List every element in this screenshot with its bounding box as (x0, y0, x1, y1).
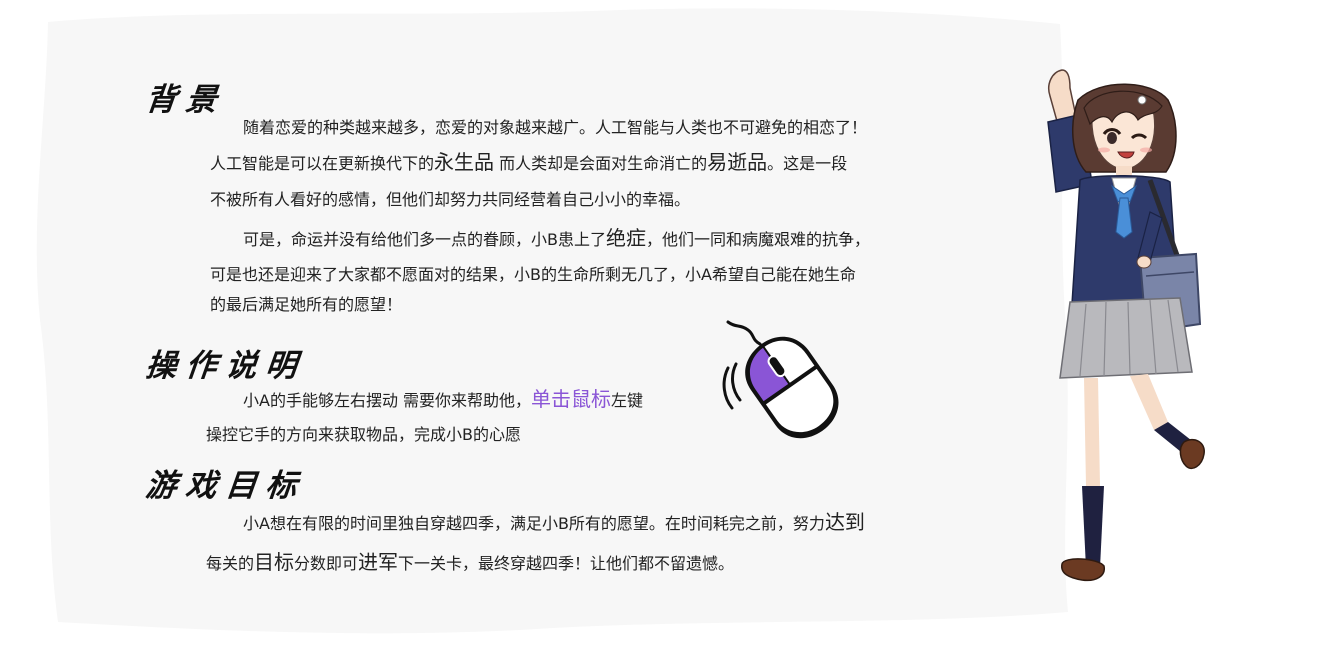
highlight-click-mouse: 单击鼠标 (531, 387, 612, 411)
highlight-terminal-illness: 绝症 (605, 226, 646, 250)
goal-line-1: 小A想在有限的时间里独自穿越四季，满足小B所有的愿望。在时间耗完之前，努力达到 (243, 506, 865, 535)
goal-line-2: 每关的目标分数即可进军下一关卡，最终穿越四季！让他们都不留遗憾。 (206, 546, 734, 575)
text-segment: 下一关卡，最终穿越四季！让他们都不留遗憾。 (398, 554, 735, 573)
highlight-target: 目标 (254, 550, 295, 574)
controls-line-2: 操控它手的方向来获取物品，完成小B的心愿 (206, 425, 521, 444)
background-heading: 背景 (143, 82, 228, 118)
text-segment: 左键 (611, 391, 644, 410)
background-paragraph-1-line-3: 不被所有人看好的感情，但他们却努力共同经营着自己小小的幸福。 (210, 190, 691, 209)
background-paragraph-2-line-2: 可是也还是迎来了大家都不愿面对的结果，小B的生命所剩无几了，小A希望自己能在她生… (210, 265, 856, 284)
instructions-screen: 背景 随着恋爱的种类越来越多，恋爱的对象越来越广。人工智能与人类也不可避免的相恋… (0, 0, 1331, 664)
schoolgirl-character (1047, 69, 1205, 582)
highlight-advance: 进军 (358, 550, 399, 574)
text-segment: 而人类却是会面对生命消亡的 (499, 154, 708, 173)
text-segment: ，他们一同和病魔艰难的抗争， (645, 230, 870, 249)
highlight-perishable-product: 易逝品 (707, 150, 768, 174)
text-segment: 小A的手能够左右摆动 需要你来帮助他， (243, 391, 532, 410)
text-segment: 。这是一段 (767, 154, 848, 173)
text-segment: 每关的 (206, 554, 255, 573)
background-paragraph-2-line-1: 可是，命运并没有给他们多一点的眷顾，小B患上了绝症，他们一同和病魔艰难的抗争， (243, 222, 870, 251)
goal-heading: 游戏目标 (143, 468, 308, 504)
text-segment: 分数即可 (294, 554, 359, 573)
controls-heading: 操作说明 (143, 348, 308, 384)
text-segment: 人工智能是可以在更新换代下的 (210, 154, 435, 173)
highlight-reach: 达到 (824, 510, 865, 534)
background-paragraph-1-line-1: 随着恋爱的种类越来越多，恋爱的对象越来越广。人工智能与人类也不可避免的相恋了！ (243, 118, 868, 137)
controls-line-1: 小A的手能够左右摆动 需要你来帮助他，单击鼠标左键 (243, 383, 643, 412)
highlight-immortal-product: 永生品 (434, 150, 495, 174)
background-paragraph-2-line-3: 的最后满足她所有的愿望！ (210, 295, 403, 314)
text-segment: 小A想在有限的时间里独自穿越四季，满足小B所有的愿望。在时间耗完之前，努力 (243, 514, 825, 533)
mouse-icon (722, 320, 839, 439)
background-paragraph-1-line-2: 人工智能是可以在更新换代下的永生品 而人类却是会面对生命消亡的易逝品。这是一段 (210, 146, 847, 175)
text-segment: 可是，命运并没有给他们多一点的眷顾，小B患上了 (243, 230, 606, 249)
